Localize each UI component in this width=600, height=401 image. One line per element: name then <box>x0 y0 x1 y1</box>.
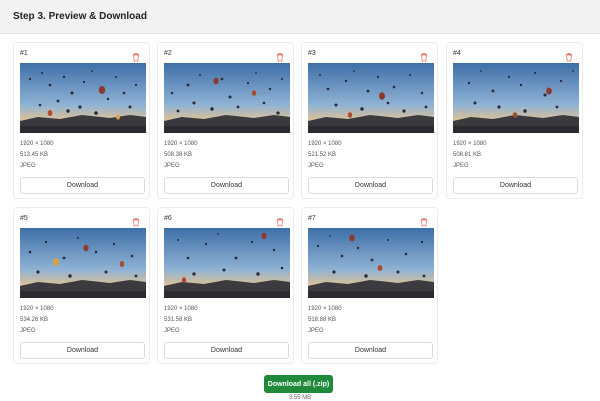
image-format: JPEG <box>308 163 324 169</box>
image-filesize: 531.58 KB <box>164 317 193 323</box>
download-button[interactable]: Download <box>453 177 578 194</box>
image-preview <box>308 228 434 298</box>
image-preview <box>20 228 146 298</box>
image-number: #2 <box>164 50 172 57</box>
trash-icon[interactable] <box>131 49 141 62</box>
image-dimensions: 1920 × 1080 <box>164 141 198 147</box>
download-button[interactable]: Download <box>308 177 433 194</box>
download-button[interactable]: Download <box>20 177 145 194</box>
download-all-zip-button[interactable]: Download all (.zip) <box>264 375 333 393</box>
trash-icon[interactable] <box>564 49 574 62</box>
image-card: #2 1920 × 1080 508.38 KB JPEG Download <box>157 42 294 199</box>
image-dimensions: 1920 × 1080 <box>20 141 54 147</box>
download-button[interactable]: Download <box>20 342 145 359</box>
image-number: #5 <box>20 215 28 222</box>
image-card: #3 1920 × 1080 521.52 KB JPEG Download <box>301 42 438 199</box>
image-format: JPEG <box>453 163 469 169</box>
image-filesize: 518.88 KB <box>308 317 337 323</box>
download-button[interactable]: Download <box>164 342 289 359</box>
image-dimensions: 1920 × 1080 <box>20 306 54 312</box>
image-preview <box>164 228 290 298</box>
trash-icon[interactable] <box>275 49 285 62</box>
image-number: #6 <box>164 215 172 222</box>
image-format: JPEG <box>164 163 180 169</box>
trash-icon[interactable] <box>419 214 429 227</box>
image-dimensions: 1920 × 1080 <box>453 141 487 147</box>
image-card: #7 1920 × 1080 518.88 KB JPEG Download <box>301 207 438 364</box>
image-number: #4 <box>453 50 461 57</box>
image-preview <box>20 63 146 133</box>
image-number: #3 <box>308 50 316 57</box>
image-format: JPEG <box>20 328 36 334</box>
image-card: #5 1920 × 1080 534.26 KB JPEG Download <box>13 207 150 364</box>
image-filesize: 534.26 KB <box>20 317 49 323</box>
image-format: JPEG <box>164 328 180 334</box>
image-card: #4 1920 × 1080 508.81 KB JPEG Download <box>446 42 583 199</box>
total-size: 3.55 MB <box>288 395 312 401</box>
image-preview <box>308 63 434 133</box>
image-format: JPEG <box>20 163 36 169</box>
image-card: #6 1920 × 1080 531.58 KB JPEG Download <box>157 207 294 364</box>
image-number: #1 <box>20 50 28 57</box>
download-button[interactable]: Download <box>308 342 433 359</box>
trash-icon[interactable] <box>131 214 141 227</box>
image-filesize: 508.81 KB <box>453 152 482 158</box>
image-format: JPEG <box>308 328 324 334</box>
image-preview <box>164 63 290 133</box>
image-filesize: 513.45 KB <box>20 152 49 158</box>
download-button[interactable]: Download <box>164 177 289 194</box>
image-dimensions: 1920 × 1080 <box>164 306 198 312</box>
preview-download-panel: Step 3. Preview & Download #1 1920 × 108… <box>0 0 600 401</box>
image-filesize: 521.52 KB <box>308 152 337 158</box>
image-dimensions: 1920 × 1080 <box>308 306 342 312</box>
trash-icon[interactable] <box>275 214 285 227</box>
image-dimensions: 1920 × 1080 <box>308 141 342 147</box>
image-preview <box>453 63 579 133</box>
image-number: #7 <box>308 215 316 222</box>
image-grid: #1 1920 × 1080 513.45 KB JPEG Download #… <box>0 0 600 400</box>
image-filesize: 508.38 KB <box>164 152 193 158</box>
image-card: #1 1920 × 1080 513.45 KB JPEG Download <box>13 42 150 199</box>
trash-icon[interactable] <box>419 49 429 62</box>
